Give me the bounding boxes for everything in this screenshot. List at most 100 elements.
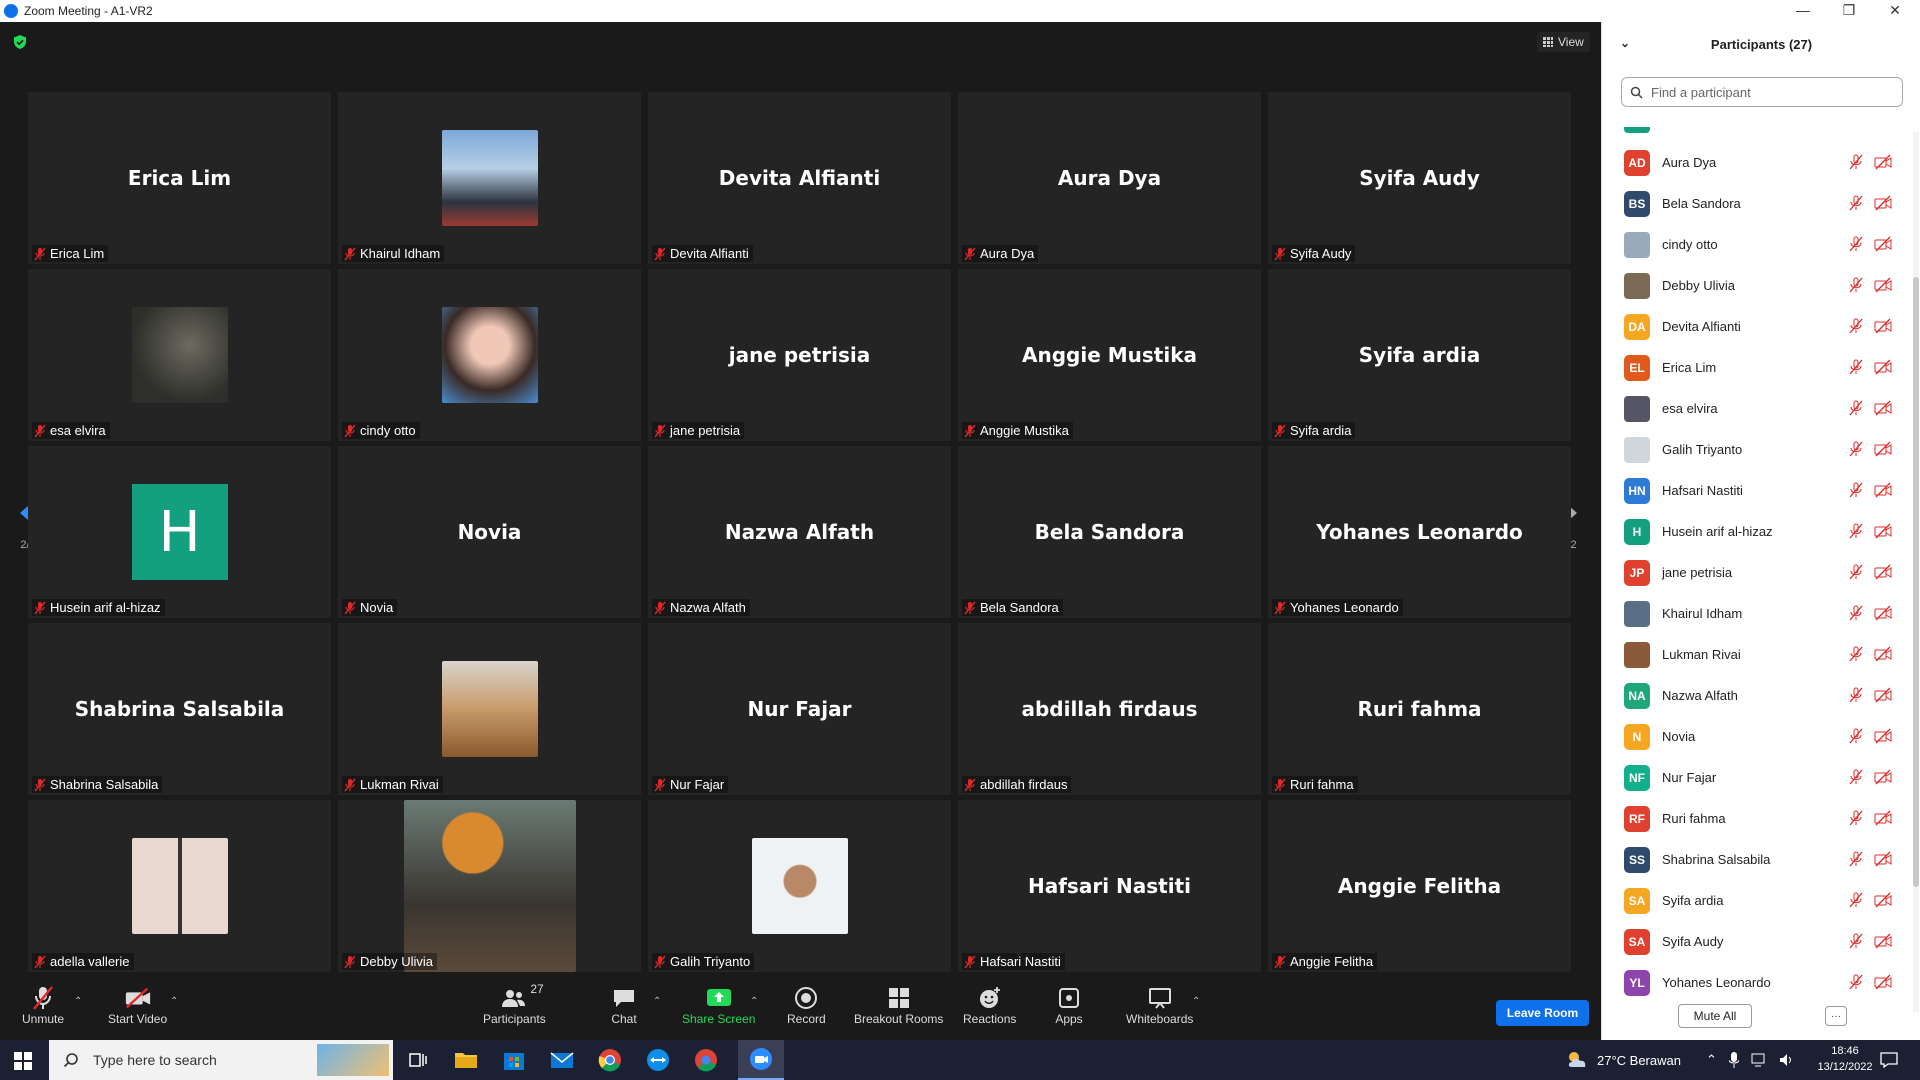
tile-content: H: [28, 446, 331, 618]
video-tile[interactable]: Erica Lim Erica Lim: [28, 92, 331, 264]
whiteboards-button[interactable]: Whiteboards: [1126, 984, 1193, 1026]
scrollbar-thumb[interactable]: [1913, 277, 1919, 887]
tray-mic-icon[interactable]: [1728, 1052, 1739, 1068]
video-tile[interactable]: Novia Novia: [338, 446, 641, 618]
participant-status-icons: [1848, 236, 1892, 257]
apps-button[interactable]: Apps: [1055, 984, 1083, 1026]
file-explorer-icon[interactable]: [452, 1046, 480, 1074]
reactions-button[interactable]: Reactions: [963, 984, 1016, 1026]
video-tile[interactable]: esa elvira: [28, 269, 331, 441]
teamviewer-icon[interactable]: [644, 1046, 672, 1074]
participant-row[interactable]: SS Shabrina Salsabila: [1602, 839, 1904, 880]
participant-row[interactable]: EL Erica Lim: [1602, 347, 1904, 388]
video-options-caret[interactable]: ⌃: [170, 996, 178, 1007]
video-tile[interactable]: cindy otto: [338, 269, 641, 441]
participant-row[interactable]: SA Syifa Audy: [1602, 921, 1904, 962]
clock[interactable]: 18:46 13/12/2022: [1812, 1043, 1878, 1075]
tile-content: Anggie Felitha: [1268, 800, 1571, 972]
chrome-profile-icon[interactable]: [692, 1046, 720, 1074]
participant-row[interactable]: cindy otto: [1602, 224, 1904, 265]
more-options-button[interactable]: ···: [1825, 1006, 1847, 1026]
record-button[interactable]: Record: [787, 984, 826, 1026]
video-tile[interactable]: Hafsari Nastiti Hafsari Nastiti: [958, 800, 1261, 972]
encryption-shield-icon[interactable]: [12, 34, 28, 50]
video-tile[interactable]: Aura Dya Aura Dya: [958, 92, 1261, 264]
audio-options-caret[interactable]: ⌃: [74, 996, 82, 1007]
video-tile[interactable]: Shabrina Salsabila Shabrina Salsabila: [28, 623, 331, 795]
video-tile[interactable]: Syifa Audy Syifa Audy: [1268, 92, 1571, 264]
mail-icon[interactable]: [548, 1046, 576, 1074]
participant-row[interactable]: AD Aura Dya: [1602, 142, 1904, 183]
video-tile[interactable]: Galih Triyanto: [648, 800, 951, 972]
participant-row[interactable]: H Husein arif al-hizaz: [1602, 511, 1904, 552]
tray-expand-icon[interactable]: ⌃: [1706, 1052, 1717, 1068]
network-icon[interactable]: [1751, 1053, 1767, 1067]
start-video-button[interactable]: Start Video: [108, 984, 167, 1026]
video-tile[interactable]: H Husein arif al-hizaz: [28, 446, 331, 618]
minimize-button[interactable]: —: [1780, 0, 1826, 22]
video-tile[interactable]: Khairul Idham: [338, 92, 641, 264]
whiteboard-options-caret[interactable]: ⌃: [1192, 996, 1200, 1007]
video-tile[interactable]: Nur Fajar Nur Fajar: [648, 623, 951, 795]
task-view-icon[interactable]: [404, 1046, 432, 1074]
unmute-button[interactable]: Unmute: [22, 984, 64, 1026]
mute-all-button[interactable]: Mute All: [1678, 1004, 1752, 1028]
tile-label-text: esa elvira: [50, 423, 106, 438]
participant-row[interactable]: YL Yohanes Leonardo: [1602, 962, 1904, 1003]
participant-row[interactable]: HN Hafsari Nastiti: [1602, 470, 1904, 511]
view-button[interactable]: View: [1537, 32, 1590, 52]
weather-widget[interactable]: 27°C Berawan: [1565, 1040, 1681, 1080]
share-screen-button[interactable]: Share Screen: [682, 984, 755, 1026]
video-tile[interactable]: jane petrisia jane petrisia: [648, 269, 951, 441]
participant-row[interactable]: N Novia: [1602, 716, 1904, 757]
windows-start-icon[interactable]: [14, 1052, 32, 1070]
video-tile[interactable]: abdillah firdaus abdillah firdaus: [958, 623, 1261, 795]
video-tile[interactable]: adella vallerie: [28, 800, 331, 972]
taskbar-search[interactable]: Type here to search: [49, 1040, 393, 1080]
leave-room-button[interactable]: Leave Room: [1496, 1000, 1589, 1026]
microsoft-store-icon[interactable]: [500, 1046, 528, 1074]
participant-avatar: HN: [1624, 477, 1650, 504]
video-tile[interactable]: Bela Sandora Bela Sandora: [958, 446, 1261, 618]
participant-row[interactable]: SA Syifa ardia: [1602, 880, 1904, 921]
video-tile[interactable]: Yohanes Leonardo Yohanes Leonardo: [1268, 446, 1571, 618]
video-tile[interactable]: Anggie Felitha Anggie Felitha: [1268, 800, 1571, 972]
participant-search-input[interactable]: [1649, 83, 1893, 101]
video-tile[interactable]: Anggie Mustika Anggie Mustika: [958, 269, 1261, 441]
participant-row[interactable]: NF Nur Fajar: [1602, 757, 1904, 798]
video-tile[interactable]: Ruri fahma Ruri fahma: [1268, 623, 1571, 795]
video-tile[interactable]: Lukman Rivai: [338, 623, 641, 795]
video-tile[interactable]: Syifa ardia Syifa ardia: [1268, 269, 1571, 441]
share-options-caret[interactable]: ⌃: [750, 996, 758, 1007]
close-button[interactable]: ✕: [1872, 0, 1918, 22]
title-bar: Zoom Meeting - A1-VR2 — ❐ ✕: [0, 0, 1920, 22]
breakout-rooms-button[interactable]: Breakout Rooms: [854, 984, 943, 1026]
participant-row[interactable]: JP jane petrisia: [1602, 552, 1904, 593]
participant-row[interactable]: BS Bela Sandora: [1602, 183, 1904, 224]
participant-row[interactable]: DA Devita Alfianti: [1602, 306, 1904, 347]
participant-row[interactable]: Galih Triyanto: [1602, 429, 1904, 470]
participant-row[interactable]: Debby Ulivia: [1602, 265, 1904, 306]
chat-options-caret[interactable]: ⌃: [653, 996, 661, 1007]
participant-avatar: [1624, 231, 1650, 258]
participant-list-scrollbar[interactable]: [1913, 132, 1919, 1012]
restore-button[interactable]: ❐: [1826, 0, 1872, 22]
video-off-icon: [1874, 441, 1892, 462]
participants-button[interactable]: 27 Participants: [483, 982, 546, 1026]
chrome-icon[interactable]: [596, 1046, 624, 1074]
participant-search[interactable]: [1621, 77, 1903, 107]
participant-row[interactable]: Khairul Idham: [1602, 593, 1904, 634]
volume-icon[interactable]: [1779, 1053, 1795, 1067]
notifications-icon[interactable]: [1880, 1052, 1898, 1068]
chat-button[interactable]: Chat: [610, 984, 638, 1026]
participant-row[interactable]: NA Nazwa Alfath: [1602, 675, 1904, 716]
tile-display-name: Nur Fajar: [747, 697, 852, 721]
participant-row[interactable]: Lukman Rivai: [1602, 634, 1904, 675]
participant-row[interactable]: esa elvira: [1602, 388, 1904, 429]
collapse-chevron-icon[interactable]: ⌄: [1620, 36, 1630, 50]
video-tile[interactable]: Nazwa Alfath Nazwa Alfath: [648, 446, 951, 618]
video-tile[interactable]: Devita Alfianti Devita Alfianti: [648, 92, 951, 264]
zoom-taskbar-item[interactable]: [738, 1040, 784, 1080]
participant-row[interactable]: RF Ruri fahma: [1602, 798, 1904, 839]
video-tile[interactable]: Debby Ulivia: [338, 800, 641, 972]
